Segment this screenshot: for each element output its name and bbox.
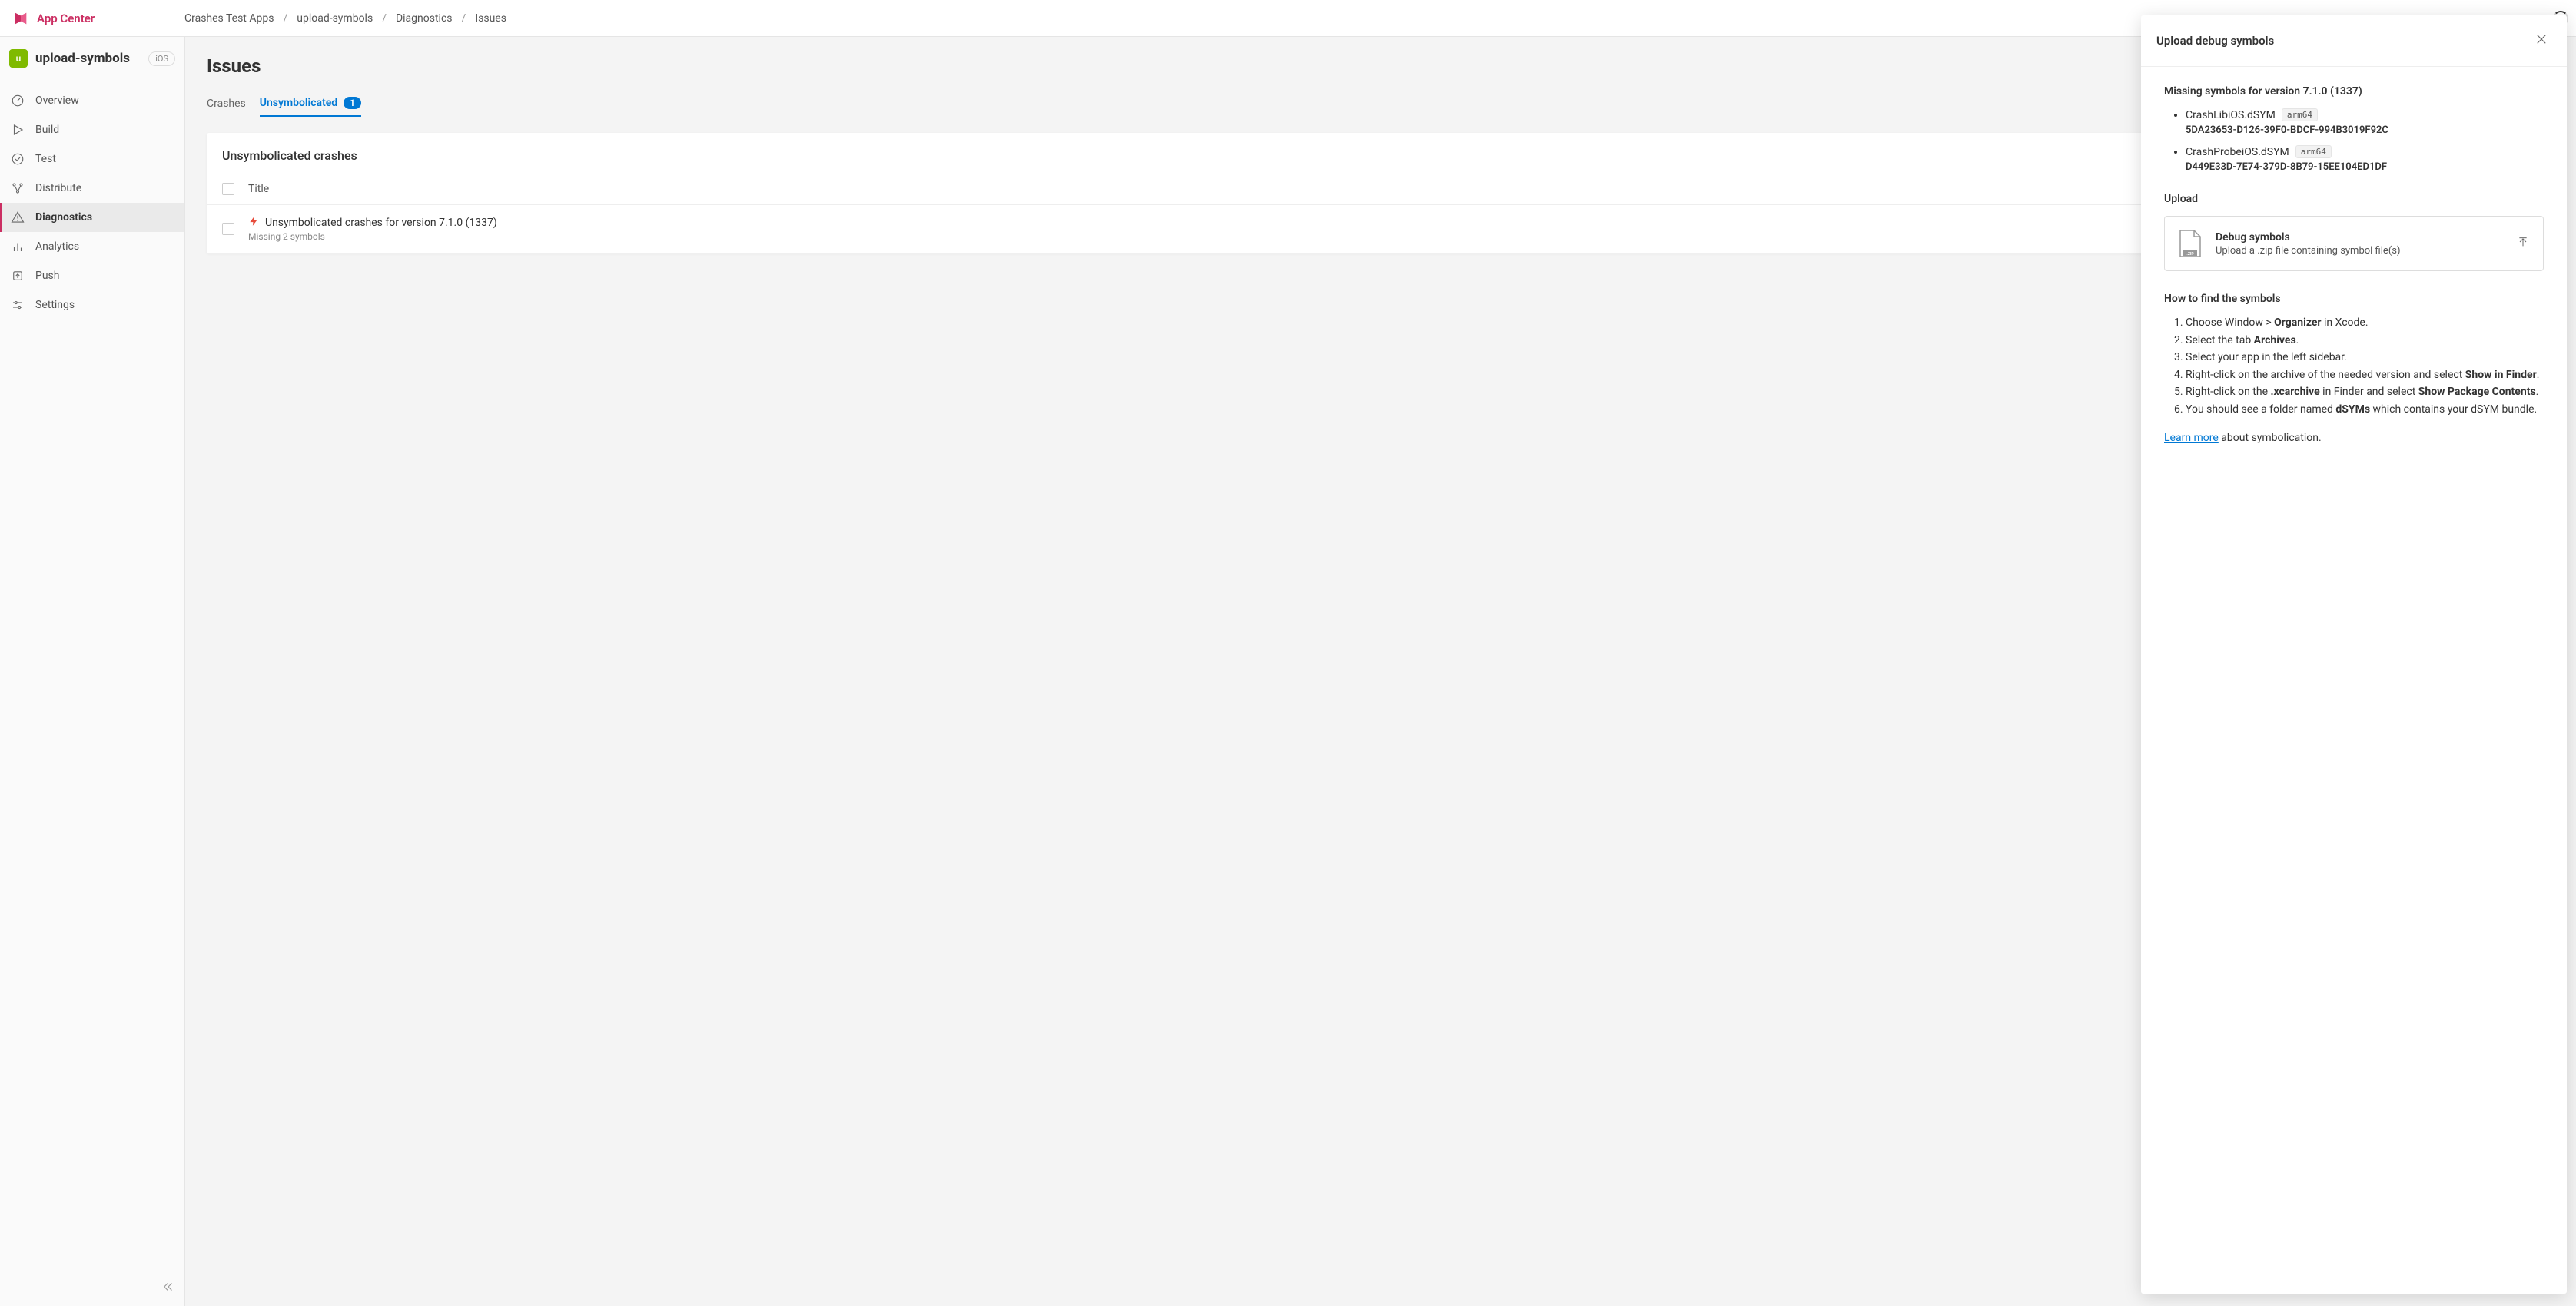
symbol-item: CrashLibiOS.dSYM arm64 5DA23653-D126-39F… — [2186, 108, 2544, 136]
nav-diagnostics[interactable]: Diagnostics — [0, 203, 184, 232]
arch-badge: arm64 — [2295, 145, 2332, 158]
push-icon — [11, 269, 25, 283]
crash-row-title: Unsymbolicated crashes for version 7.1.0… — [265, 217, 497, 229]
symbol-list: CrashLibiOS.dSYM arm64 5DA23653-D126-39F… — [2164, 108, 2544, 173]
learn-more-suffix: about symbolication. — [2219, 432, 2322, 444]
bolt-icon — [248, 216, 259, 230]
symbol-uuid: 5DA23653-D126-39F0-BDCF-994B3019F92C — [2186, 124, 2544, 136]
symbol-name: CrashLibiOS.dSYM — [2186, 109, 2276, 121]
nav-analytics[interactable]: Analytics — [0, 232, 184, 261]
breadcrumb-separator: / — [382, 12, 387, 25]
brand-name: App Center — [37, 12, 95, 25]
tab-label: Crashes — [207, 98, 246, 110]
breadcrumb: Crashes Test Apps / upload-symbols / Dia… — [184, 12, 506, 25]
breadcrumb-item-1[interactable]: upload-symbols — [297, 12, 373, 25]
brand-logo[interactable]: App Center — [12, 10, 184, 27]
panel-title: Upload debug symbols — [2156, 34, 2274, 48]
chart-icon — [11, 240, 25, 254]
tab-badge: 1 — [344, 97, 361, 109]
select-all-checkbox[interactable] — [222, 183, 234, 195]
app-avatar: u — [9, 49, 28, 68]
gauge-icon — [11, 94, 25, 108]
nav-label: Push — [35, 270, 60, 282]
nav-settings[interactable]: Settings — [0, 290, 184, 320]
nav-push[interactable]: Push — [0, 261, 184, 290]
column-title: Title — [248, 183, 269, 195]
breadcrumb-separator: / — [283, 12, 287, 25]
tab-unsymbolicated[interactable]: Unsymbolicated 1 — [260, 91, 361, 117]
sidebar: u upload-symbols iOS Overview Build — [0, 37, 185, 1306]
howto-step: Select the tab Archives. — [2186, 333, 2544, 349]
nav-overview[interactable]: Overview — [0, 86, 184, 115]
howto-step: Select your app in the left sidebar. — [2186, 350, 2544, 366]
check-circle-icon — [11, 152, 25, 166]
close-icon — [2535, 32, 2548, 46]
appcenter-logo-icon — [12, 10, 29, 27]
app-name: upload-symbols — [35, 51, 141, 66]
close-button[interactable] — [2531, 29, 2551, 52]
howto-heading: How to find the symbols — [2164, 293, 2544, 305]
platform-badge: iOS — [148, 51, 175, 66]
sidebar-app-header[interactable]: u upload-symbols iOS — [0, 37, 184, 80]
upload-dropzone[interactable]: .ZIP Debug symbols Upload a .zip file co… — [2164, 216, 2544, 271]
sidebar-nav: Overview Build Test — [0, 80, 184, 1271]
howto-step: Right-click on the .xcarchive in Finder … — [2186, 385, 2544, 400]
howto-step: Right-click on the archive of the needed… — [2186, 368, 2544, 383]
nav-label: Settings — [35, 299, 75, 311]
breadcrumb-item-3[interactable]: Issues — [475, 12, 506, 25]
zip-file-icon: .ZIP — [2179, 229, 2202, 258]
symbol-uuid: D449E33D-7E74-379D-8B79-15EE104ED1DF — [2186, 161, 2544, 173]
row-checkbox[interactable] — [222, 223, 234, 235]
breadcrumb-item-0[interactable]: Crashes Test Apps — [184, 12, 274, 25]
nav-distribute[interactable]: Distribute — [0, 174, 184, 203]
upload-heading: Upload — [2164, 193, 2544, 205]
nav-label: Overview — [35, 94, 79, 107]
howto-list: Choose Window > Organizer in Xcode. Sele… — [2164, 316, 2544, 418]
nav-label: Distribute — [35, 182, 81, 194]
missing-symbols-heading: Missing symbols for version 7.1.0 (1337) — [2164, 85, 2544, 98]
breadcrumb-separator: / — [462, 12, 466, 25]
upload-box-subtitle: Upload a .zip file containing symbol fil… — [2216, 245, 2401, 257]
svg-text:.ZIP: .ZIP — [2186, 252, 2194, 257]
howto-step: Choose Window > Organizer in Xcode. — [2186, 316, 2544, 331]
learn-more-line: Learn more about symbolication. — [2164, 432, 2544, 444]
nav-label: Analytics — [35, 240, 79, 253]
chevron-double-left-icon — [161, 1280, 175, 1294]
tab-label: Unsymbolicated — [260, 97, 337, 109]
collapse-sidebar-button[interactable] — [161, 1280, 175, 1297]
nav-label: Build — [35, 124, 59, 136]
upload-box-title: Debug symbols — [2216, 231, 2401, 244]
symbol-item: CrashProbeiOS.dSYM arm64 D449E33D-7E74-3… — [2186, 145, 2544, 173]
nav-build[interactable]: Build — [0, 115, 184, 144]
breadcrumb-item-2[interactable]: Diagnostics — [396, 12, 453, 25]
sliders-icon — [11, 298, 25, 312]
learn-more-link[interactable]: Learn more — [2164, 432, 2219, 444]
warning-icon — [11, 210, 25, 224]
upload-arrow-icon — [2517, 236, 2529, 251]
arch-badge: arm64 — [2282, 108, 2318, 121]
nav-label: Diagnostics — [35, 211, 92, 224]
upload-symbols-panel: Upload debug symbols Missing symbols for… — [2141, 15, 2567, 1294]
play-icon — [11, 123, 25, 137]
distribute-icon — [11, 181, 25, 195]
symbol-name: CrashProbeiOS.dSYM — [2186, 146, 2289, 158]
crash-row-subtitle: Missing 2 symbols — [248, 231, 497, 242]
nav-test[interactable]: Test — [0, 144, 184, 174]
nav-label: Test — [35, 153, 56, 165]
howto-step: You should see a folder named dSYMs whic… — [2186, 403, 2544, 418]
tab-crashes[interactable]: Crashes — [207, 91, 246, 117]
